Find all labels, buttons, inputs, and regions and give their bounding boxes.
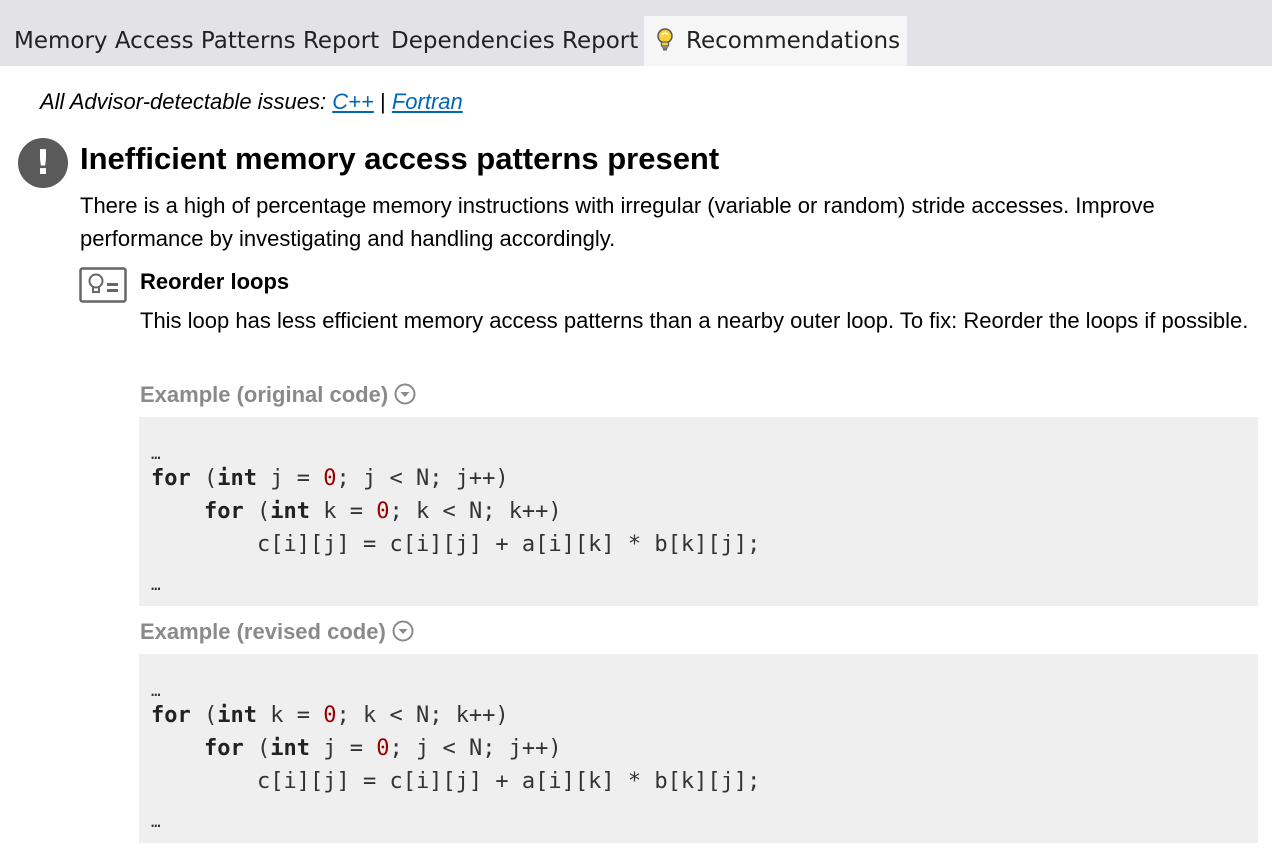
ellipsis: … [151, 812, 161, 831]
code-text: ( [190, 466, 218, 491]
code-text: ; j < N; j++) [336, 466, 509, 491]
keyword: int [217, 703, 257, 728]
ellipsis: … [151, 444, 161, 463]
code-text: ; k < N; k++) [336, 703, 509, 728]
chevron-down-icon [394, 383, 416, 405]
number-literal: 0 [323, 703, 337, 728]
code-text: ; j < N; j++) [389, 736, 562, 761]
issue-description: There is a high of percentage memory ins… [80, 193, 1155, 251]
example-original-toggle[interactable]: Example (original code) [140, 382, 416, 408]
code-line: for (int j = 0; j < N; j++) [204, 732, 562, 765]
issue-title: Inefficient memory access patterns prese… [80, 141, 720, 176]
exclamation-icon: ! [18, 138, 68, 188]
tab-dependencies-report[interactable]: Dependencies Report [391, 16, 638, 66]
tab-label: Recommendations [686, 28, 901, 54]
keyword: int [217, 466, 257, 491]
chevron-down-icon [392, 620, 414, 642]
code-text: j = [257, 466, 324, 491]
tab-bar: Memory Access Patterns Report Dependenci… [0, 0, 1272, 66]
recommendation-icon [79, 267, 127, 303]
keyword: for [204, 499, 244, 524]
keyword: for [151, 703, 191, 728]
keyword: int [270, 499, 310, 524]
code-line: c[i][j] = c[i][j] + a[i][k] * b[k][j]; [257, 765, 760, 798]
code-text: c[i][j] = c[i][j] + a[i][k] * b[k][j]; [257, 769, 761, 794]
number-literal: 0 [323, 466, 337, 491]
tab-label: Memory Access Patterns Report [14, 28, 380, 54]
example-revised-label: Example (revised code) [140, 619, 386, 644]
recommendation-title: Reorder loops [140, 269, 290, 294]
code-text: c[i][j] = c[i][j] + a[i][k] * b[k][j]; [257, 532, 761, 557]
code-line: for (int k = 0; k < N; k++) [151, 699, 509, 732]
tab-memory-access-patterns-report[interactable]: Memory Access Patterns Report [14, 16, 379, 66]
issues-prefix: All Advisor-detectable issues: [40, 89, 327, 114]
advisor-issues-line: All Advisor-detectable issues: C++ | For… [40, 89, 463, 115]
tab-label: Dependencies Report [391, 28, 639, 54]
code-text: ( [190, 703, 218, 728]
cpp-link[interactable]: C++ [332, 89, 374, 114]
keyword: for [204, 736, 244, 761]
recommendation-description: This loop has less efficient memory acce… [140, 308, 1249, 333]
keyword: int [270, 736, 310, 761]
ellipsis: … [151, 575, 161, 594]
ellipsis: … [151, 681, 161, 700]
revised-code-block: … for (int k = 0; k < N; k++) for (int j… [139, 654, 1258, 843]
code-line: … [151, 567, 161, 600]
code-line: for (int k = 0; k < N; k++) [204, 495, 562, 528]
code-text: ( [243, 499, 271, 524]
keyword: for [151, 466, 191, 491]
code-line: c[i][j] = c[i][j] + a[i][k] * b[k][j]; [257, 528, 760, 561]
number-literal: 0 [376, 499, 390, 524]
code-text: j = [310, 736, 377, 761]
code-text: ( [243, 736, 271, 761]
code-text: ; k < N; k++) [389, 499, 562, 524]
code-text: k = [310, 499, 377, 524]
original-code-block: … for (int j = 0; j < N; j++) for (int k… [139, 417, 1258, 606]
fortran-link[interactable]: Fortran [392, 89, 463, 114]
number-literal: 0 [376, 736, 390, 761]
lightbulb-icon [657, 28, 673, 51]
example-original-label: Example (original code) [140, 382, 389, 407]
link-separator: | [379, 89, 386, 114]
tab-recommendations[interactable]: Recommendations [644, 16, 907, 66]
code-line: … [151, 804, 161, 837]
example-revised-toggle[interactable]: Example (revised code) [140, 619, 414, 645]
code-line: for (int j = 0; j < N; j++) [151, 462, 509, 495]
code-text: k = [257, 703, 324, 728]
